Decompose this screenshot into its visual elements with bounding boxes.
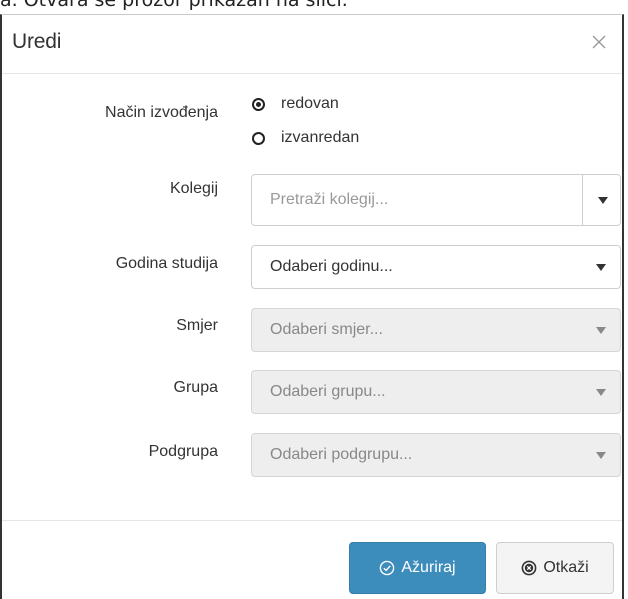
nacin-izvodenja-label: Način izvođenja: [105, 104, 218, 121]
caret-down-icon: [596, 389, 606, 396]
radio-unchecked-icon: [252, 131, 265, 145]
grupa-select[interactable]: Odaberi grupu...: [251, 370, 621, 414]
radio-izvanredan[interactable]: izvanredan: [252, 127, 359, 149]
page: a. Otvara se prozor prikazan na slici. U…: [0, 0, 628, 599]
kolegij-label: Kolegij: [169, 180, 218, 197]
close-icon: [592, 35, 606, 49]
radio-redovan-label: redovan: [281, 95, 339, 112]
kolegij-search-input[interactable]: [252, 175, 580, 225]
podgrupa-label: Podgrupa: [148, 443, 218, 460]
radio-checked-icon: [252, 97, 265, 111]
smjer-value: Odaberi smjer...: [270, 321, 383, 338]
times-circle-icon: [521, 560, 537, 576]
kolegij-combobox: [251, 174, 621, 226]
radio-izvanredan-label: izvanredan: [281, 129, 360, 146]
godina-studija-select[interactable]: Odaberi godinu...: [251, 245, 621, 289]
godina-studija-label: Godina studija: [115, 255, 218, 272]
edit-dialog: Uredi Način izvođenja redovan izvanredan…: [0, 14, 624, 599]
azuriraj-label: Ažuriraj: [401, 559, 456, 576]
godina-studija-value: Odaberi godinu...: [270, 258, 393, 275]
podgrupa-value: Odaberi podgrupu...: [270, 446, 413, 463]
page-caption: a. Otvara se prozor prikazan na slici.: [0, 0, 348, 11]
caret-down-icon: [596, 264, 606, 271]
otkazi-label: Otkaži: [543, 559, 589, 576]
otkazi-button[interactable]: Otkaži: [496, 542, 614, 594]
caret-down-icon: [596, 327, 606, 334]
radio-redovan[interactable]: redovan: [252, 93, 339, 115]
caret-down-icon: [598, 197, 608, 204]
caret-down-icon: [596, 452, 606, 459]
podgrupa-select[interactable]: Odaberi podgrupu...: [251, 433, 621, 477]
grupa-label: Grupa: [173, 379, 218, 396]
smjer-select[interactable]: Odaberi smjer...: [251, 308, 621, 352]
dialog-footer: Ažuriraj Otkaži: [2, 520, 622, 599]
check-circle-icon: [379, 560, 395, 576]
azuriraj-button[interactable]: Ažuriraj: [349, 542, 486, 594]
dialog-header: Uredi: [2, 15, 622, 74]
close-button[interactable]: [586, 27, 612, 57]
dialog-title: Uredi: [12, 30, 62, 53]
smjer-label: Smjer: [176, 317, 218, 334]
grupa-value: Odaberi grupu...: [270, 383, 386, 400]
kolegij-dropdown-toggle[interactable]: [583, 175, 621, 225]
